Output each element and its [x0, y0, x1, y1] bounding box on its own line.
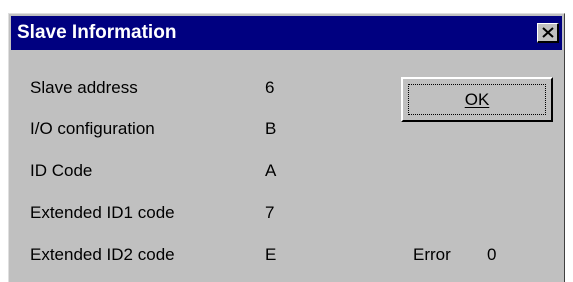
error-value: 0	[487, 245, 497, 264]
io-configuration-value: B	[265, 119, 277, 138]
ok-button-label: OK	[464, 89, 490, 109]
id-code-value: A	[265, 161, 277, 180]
extended-id1-code-label: Extended ID1 code	[30, 203, 175, 222]
slave-address-label: Slave address	[30, 78, 138, 97]
slave-address-value: 6	[265, 78, 275, 97]
close-button[interactable]	[537, 23, 559, 43]
extended-id2-code-value: E	[265, 245, 277, 264]
slave-information-dialog: Slave Information Slave address 6 I/O co…	[8, 13, 565, 282]
title-bar[interactable]: Slave Information	[11, 16, 562, 50]
ok-focus-rect: OK	[408, 84, 546, 115]
error-label: Error	[413, 245, 451, 264]
extended-id1-code-value: 7	[265, 203, 275, 222]
id-code-label: ID Code	[30, 161, 93, 180]
window-title: Slave Information	[17, 22, 177, 43]
extended-id2-code-label: Extended ID2 code	[30, 245, 175, 264]
ok-button[interactable]: OK	[401, 77, 553, 122]
io-configuration-label: I/O configuration	[30, 119, 155, 138]
close-icon	[541, 27, 554, 38]
